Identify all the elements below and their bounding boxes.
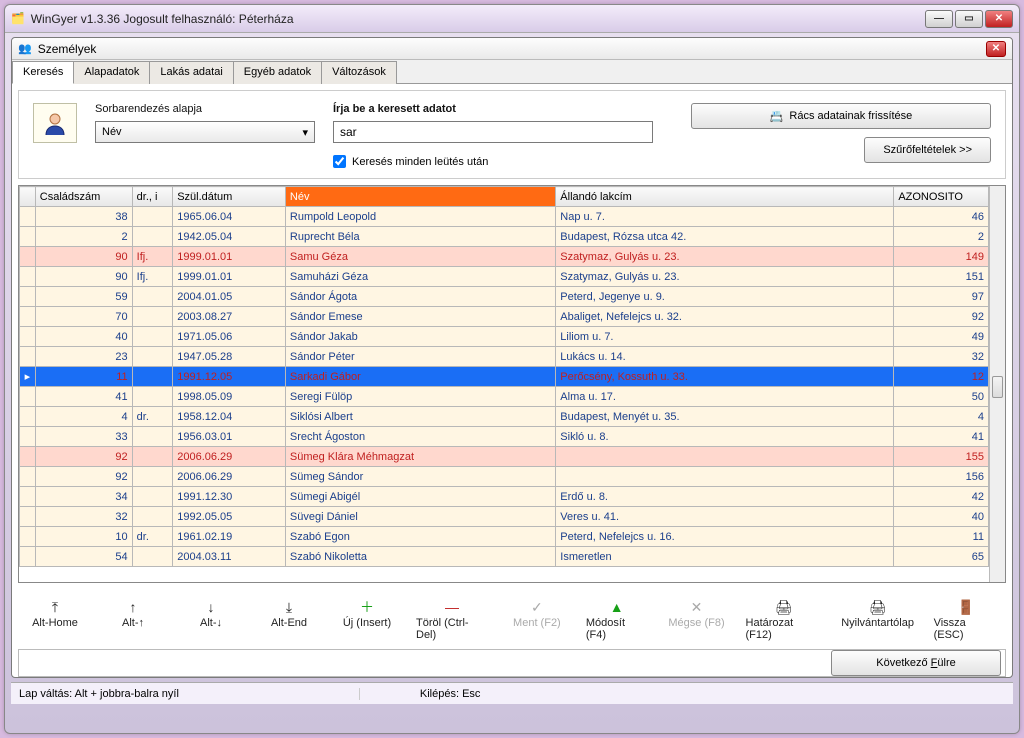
tab-lakás-adatai[interactable]: Lakás adatai <box>149 61 233 84</box>
toolbar-sheet-button[interactable]: 🖨 Nyilvántartólap <box>842 599 914 629</box>
alt-down-icon: ↓ <box>208 599 215 615</box>
sheet-icon: 🖨 <box>869 599 887 615</box>
toolbar-label: Alt-↑ <box>122 617 144 629</box>
table-row[interactable]: 702003.08.27Sándor EmeseAbaliget, Nefele… <box>20 307 989 327</box>
action-toolbar: ⤒ Alt-Home ↑ Alt-↑ ↓ Alt-↓ ⤓ Alt-End ＋ Új (Insert… <box>18 597 1006 643</box>
toolbar-label: Alt-Home <box>32 617 78 629</box>
column-header[interactable]: AZONOSITO <box>894 187 989 207</box>
refresh-grid-button[interactable]: 📇 Rács adatainak frissítése <box>691 103 991 129</box>
delete-icon: — <box>445 599 459 615</box>
toolbar-resolution-button[interactable]: 🖨 Határozat (F12) <box>746 599 822 641</box>
search-every-key-checkbox[interactable] <box>333 155 346 168</box>
table-row[interactable]: 4dr.1958.12.04Siklósi AlbertBudapest, Me… <box>20 407 989 427</box>
table-row[interactable]: 90Ifj.1999.01.01Samu GézaSzatymaz, Gulyá… <box>20 247 989 267</box>
toolbar-alt-up-button[interactable]: ↑ Alt-↑ <box>104 599 162 629</box>
filter-conditions-button[interactable]: Szűrőfeltételek >> <box>864 137 991 163</box>
toolbar-label: Nyilvántartólap <box>841 617 914 629</box>
table-row[interactable]: 10dr.1961.02.19Szabó EgonPeterd, Nefelej… <box>20 527 989 547</box>
toolbar-delete-button[interactable]: — Töröl (Ctrl-Del) <box>416 599 488 641</box>
toolbar-label: Új (Insert) <box>343 617 391 629</box>
scrollbar-thumb[interactable] <box>992 376 1003 398</box>
search-input[interactable] <box>333 121 653 143</box>
toolbar-alt-down-button[interactable]: ↓ Alt-↓ <box>182 599 240 629</box>
alt-up-icon: ↑ <box>130 599 137 615</box>
table-row[interactable]: ▸111991.12.05Sarkadi GáborPerőcsény, Kos… <box>20 367 989 387</box>
maximize-button[interactable]: ▭ <box>955 10 983 28</box>
tab-változások[interactable]: Változások <box>321 61 397 84</box>
modify-icon: ▲ <box>610 599 624 615</box>
column-header[interactable]: Szül.dátum <box>173 187 286 207</box>
table-row[interactable]: 331956.03.01Srecht ÁgostonSikló u. 8.41 <box>20 427 989 447</box>
inner-close-button[interactable]: ✕ <box>986 41 1006 57</box>
back-icon: 🚪 <box>957 599 974 615</box>
sort-dropdown[interactable]: Név ▾ <box>95 121 315 143</box>
save-icon: ✓ <box>531 599 543 615</box>
toolbar-label: Módosít (F4) <box>586 617 648 641</box>
tab-egyéb-adatok[interactable]: Egyéb adatok <box>233 61 322 84</box>
inner-window-title: Személyek <box>38 42 980 56</box>
inner-titlebar: 👥 Személyek ✕ <box>12 38 1012 60</box>
toolbar-label: Vissza (ESC) <box>934 617 998 641</box>
toolbar-alt-home-button[interactable]: ⤒ Alt-Home <box>26 599 84 629</box>
sort-dropdown-value: Név <box>102 126 122 138</box>
grid-scrollbar[interactable] <box>989 186 1005 582</box>
persons-icon: 👥 <box>18 42 32 55</box>
status-exit: Kilépés: Esc <box>420 688 481 700</box>
table-row[interactable]: 592004.01.05Sándor ÁgotaPeterd, Jegenye … <box>20 287 989 307</box>
toolbar-cancel-button: ✕ Mégse (F8) <box>668 599 726 629</box>
table-row[interactable]: 401971.05.06Sándor JakabLiliom u. 7.49 <box>20 327 989 347</box>
app-icon: 🗂️ <box>11 12 25 25</box>
table-row[interactable]: 341991.12.30Sümegi AbigélErdő u. 8.42 <box>20 487 989 507</box>
toolbar-label: Határozat (F12) <box>746 617 822 641</box>
tabs: KeresésAlapadatokLakás adataiEgyéb adato… <box>12 60 1012 84</box>
table-row[interactable]: 231947.05.28Sándor PéterLukács u. 14.32 <box>20 347 989 367</box>
table-row[interactable]: 321992.05.05Süvegi DánielVeres u. 41.40 <box>20 507 989 527</box>
tab-alapadatok[interactable]: Alapadatok <box>73 61 150 84</box>
minimize-button[interactable]: — <box>925 10 953 28</box>
alt-end-icon: ⤓ <box>286 599 292 615</box>
column-header[interactable]: Állandó lakcím <box>556 187 894 207</box>
toolbar-new-button[interactable]: ＋ Új (Insert) <box>338 599 396 629</box>
toolbar-label: Ment (F2) <box>513 617 561 629</box>
search-panel: Sorbarendezés alapja Név ▾ Írja be a ker… <box>18 90 1006 179</box>
toolbar-label: Alt-↓ <box>200 617 222 629</box>
cancel-icon: ✕ <box>691 599 703 615</box>
status-page-switch: Lap váltás: Alt + jobbra-balra nyíl <box>19 688 360 700</box>
search-input-label: Írja be a keresett adatot <box>333 103 673 115</box>
toolbar-label: Töröl (Ctrl-Del) <box>416 617 488 641</box>
sort-label: Sorbarendezés alapja <box>95 103 315 115</box>
person-head-icon <box>33 103 77 143</box>
checkbox-label: Keresés minden leütés után <box>352 156 488 168</box>
resolution-icon: 🖨 <box>775 599 793 615</box>
chevron-down-icon: ▾ <box>302 126 308 139</box>
toolbar-label: Alt-End <box>271 617 307 629</box>
next-tab-button[interactable]: Következő Fülre <box>831 650 1001 676</box>
toolbar-alt-end-button[interactable]: ⤓ Alt-End <box>260 599 318 629</box>
alt-home-icon: ⤒ <box>52 599 58 615</box>
outer-window-title: WinGyer v1.3.36 Jogosult felhasználó: Pé… <box>31 12 919 26</box>
outer-titlebar: 🗂️ WinGyer v1.3.36 Jogosult felhasználó:… <box>5 5 1019 33</box>
table-row[interactable]: 21942.05.04Ruprecht BélaBudapest, Rózsa … <box>20 227 989 247</box>
tab-keresés[interactable]: Keresés <box>12 61 74 84</box>
table-row[interactable]: 542004.03.11Szabó NikolettaIsmeretlen65 <box>20 547 989 567</box>
new-icon: ＋ <box>360 599 374 615</box>
table-row[interactable]: 922006.06.29Sümeg Klára Méhmagzat155 <box>20 447 989 467</box>
table-row[interactable]: 381965.06.04Rumpold LeopoldNap u. 7.46 <box>20 207 989 227</box>
toolbar-back-button[interactable]: 🚪 Vissza (ESC) <box>934 599 998 641</box>
toolbar-save-button: ✓ Ment (F2) <box>508 599 566 629</box>
toolbar-label: Mégse (F8) <box>668 617 724 629</box>
table-row[interactable]: 411998.05.09Seregi FülöpAlma u. 17.50 <box>20 387 989 407</box>
table-row[interactable]: 922006.06.29Sümeg Sándor156 <box>20 467 989 487</box>
data-grid[interactable]: Családszámdr., iSzül.dátumNévÁllandó lak… <box>18 185 1006 583</box>
column-header[interactable]: dr., i <box>132 187 173 207</box>
table-row[interactable]: 90Ifj.1999.01.01Samuházi GézaSzatymaz, G… <box>20 267 989 287</box>
toolbar-modify-button[interactable]: ▲ Módosít (F4) <box>586 599 648 641</box>
refresh-icon: 📇 <box>770 110 784 123</box>
column-header[interactable]: Név <box>285 187 555 207</box>
close-button[interactable]: ✕ <box>985 10 1013 28</box>
status-bar: Lap váltás: Alt + jobbra-balra nyíl Kilé… <box>11 682 1013 704</box>
column-header[interactable]: Családszám <box>35 187 132 207</box>
